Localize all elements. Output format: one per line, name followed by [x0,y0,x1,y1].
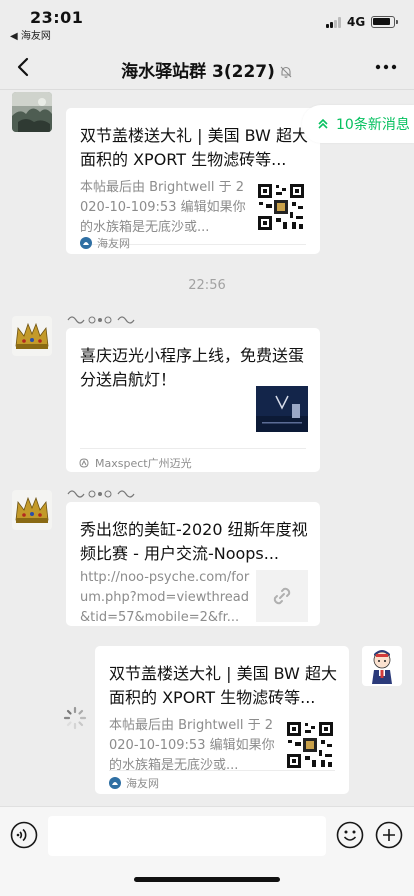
my-link-card[interactable]: 双节盖楼送大礼 | 美国 BW 超大面积的 XPORT 生物滤砖等... 本帖最… [95,646,349,794]
card-source: 海友网 [109,775,159,791]
link-card[interactable]: 秀出您的美缸-2020 纽斯年度视频比赛 - 用户交流-Noops... htt… [66,502,320,626]
status-bar: 23:01 ◀ 海友网 4G [0,0,414,44]
link-icon [273,587,291,605]
site-logo-icon [80,237,92,249]
mute-bell-icon [280,66,292,78]
status-time: 23:01 [30,8,84,27]
chat-title-text: 海水驿站群 3(227) [121,62,275,82]
card-source: Maxspect广州迈光 [78,455,192,471]
more-actions-plus-icon[interactable] [375,821,403,849]
back-to-app-link[interactable]: ◀ 海友网 [10,27,51,42]
card-description: 本帖最后由 Brightwell 于 2020-10-109:53 编辑如果你的… [80,180,246,235]
message-list[interactable]: 双节盖楼送大礼 | 美国 BW 超大面积的 XPORT 生物滤砖等... 本帖最… [0,90,414,806]
product-thumbnail [256,386,308,432]
card-divider [109,770,335,771]
timestamp: 22:56 [188,278,226,293]
input-bar [0,806,414,896]
more-options-icon[interactable] [374,57,398,77]
avatar[interactable] [12,490,52,530]
card-source-label: 海友网 [126,777,159,790]
avatar[interactable] [12,316,52,356]
my-avatar[interactable] [362,646,402,686]
voice-input-icon[interactable] [10,821,38,849]
site-logo-icon [109,777,121,789]
mini-program-card[interactable]: 喜庆迈光小程序上线，免费送蛋分送启航灯！ [66,328,320,472]
home-indicator [134,877,280,882]
card-title: 双节盖楼送大礼 | 美国 BW 超大面积的 XPORT 生物滤砖等... [80,126,308,169]
chat-title: 海水驿站群 3(227) [0,57,414,82]
card-source-label: Maxspect广州迈光 [95,457,192,470]
card-source-label: 海友网 [97,237,130,250]
card-description: http://noo-psyche.com/forum.php?mod=view… [80,570,250,625]
avatar[interactable] [12,92,52,132]
qr-code-icon [285,720,335,770]
link-card[interactable]: 双节盖楼送大礼 | 美国 BW 超大面积的 XPORT 生物滤砖等... 本帖最… [66,108,320,254]
card-source: 海友网 [80,235,130,251]
emoji-icon[interactable] [336,821,364,849]
message-input[interactable] [48,816,326,856]
signal-icon [326,17,343,28]
chat-header: 海水驿站群 3(227) [0,44,414,90]
mini-program-icon [79,458,89,468]
battery-icon [371,16,398,28]
card-title: 喜庆迈光小程序上线，免费送蛋分送启航灯！ [80,346,305,389]
double-chevron-up-icon [318,118,328,129]
card-title: 双节盖楼送大礼 | 美国 BW 超大面积的 XPORT 生物滤砖等... [109,664,337,707]
nickname-decoration-icon [67,316,135,324]
card-description: 本帖最后由 Brightwell 于 2020-10-109:53 编辑如果你的… [109,718,275,773]
card-divider [80,448,306,449]
link-thumbnail [256,570,308,622]
nickname-decoration-icon [67,490,135,498]
sending-spinner-icon [63,706,87,730]
qr-code-icon [256,182,306,232]
new-messages-button[interactable]: 10条新消息 [302,105,414,143]
network-type: 4G [347,15,366,29]
new-messages-label: 10条新消息 [336,117,410,133]
card-title: 秀出您的美缸-2020 纽斯年度视频比赛 - 用户交流-Noops... [80,520,308,563]
